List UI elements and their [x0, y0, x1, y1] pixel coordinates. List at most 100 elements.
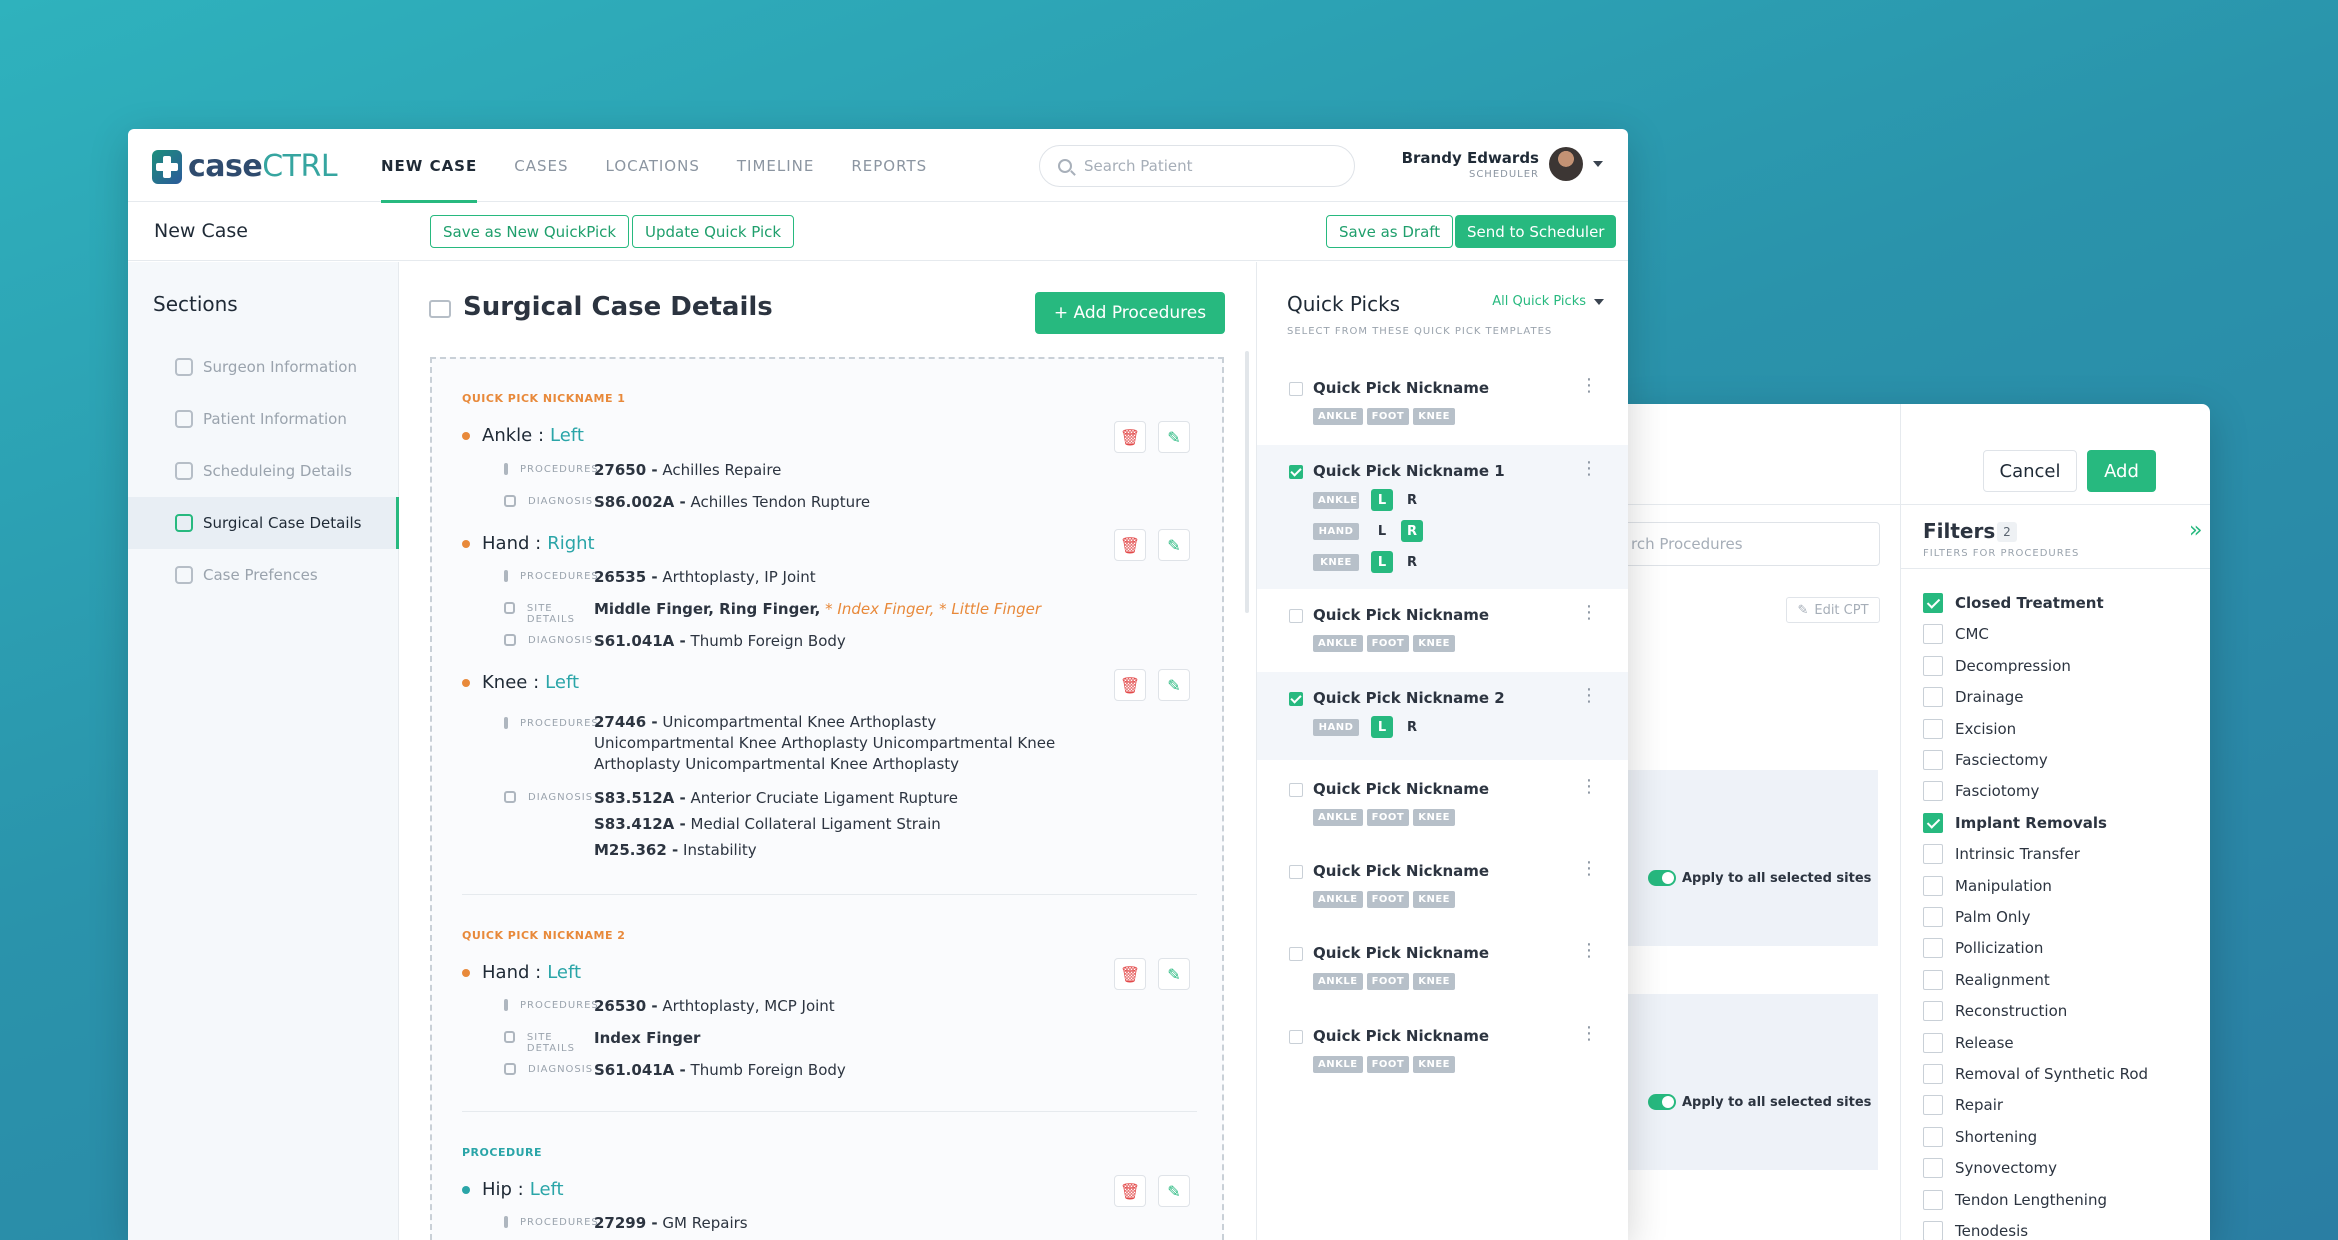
save-draft-button[interactable]: Save as Draft	[1326, 215, 1454, 248]
checkbox[interactable]	[1923, 812, 1943, 833]
checkbox[interactable]	[1923, 875, 1943, 896]
left-side-toggle[interactable]: L	[1371, 520, 1393, 542]
filter-option[interactable]: Release	[1923, 1032, 2014, 1053]
checkbox[interactable]	[1923, 1001, 1943, 1022]
chevron-down-icon[interactable]	[1593, 161, 1603, 167]
apply-all-toggle[interactable]: Apply to all selected sites	[1648, 1094, 1871, 1110]
quick-pick-card[interactable]: Quick Pick Nickname 2 ⋮ HAND L R	[1257, 672, 1628, 760]
filter-option[interactable]: Fasciotomy	[1923, 781, 2039, 802]
kebab-menu-icon[interactable]: ⋮	[1580, 1024, 1598, 1042]
checkbox[interactable]	[1923, 1221, 1943, 1240]
kebab-menu-icon[interactable]: ⋮	[1580, 603, 1598, 621]
checkbox[interactable]	[1923, 1126, 1943, 1147]
left-side-toggle[interactable]: L	[1371, 489, 1393, 511]
nav-locations[interactable]: LOCATIONS	[606, 129, 700, 202]
left-side-toggle[interactable]: L	[1371, 716, 1393, 738]
scrollbar[interactable]	[1245, 351, 1249, 613]
right-side-toggle[interactable]: R	[1401, 716, 1423, 738]
checkbox[interactable]	[1923, 781, 1943, 802]
filter-option[interactable]: Intrinsic Transfer	[1923, 844, 2080, 865]
avatar[interactable]	[1549, 147, 1583, 181]
filter-option[interactable]: Reconstruction	[1923, 1001, 2067, 1022]
filter-option[interactable]: Palm Only	[1923, 907, 2030, 927]
nav-new-case[interactable]: NEW CASE	[381, 129, 478, 203]
filter-option[interactable]: Implant Removals	[1923, 812, 2107, 833]
filter-option[interactable]: Fasciectomy	[1923, 750, 2048, 770]
filter-option[interactable]: Repair	[1923, 1095, 2003, 1116]
update-quickpick-button[interactable]: Update Quick Pick	[632, 215, 795, 248]
edit-button[interactable]: ✎	[1158, 529, 1190, 561]
kebab-menu-icon[interactable]: ⋮	[1580, 941, 1598, 959]
checkbox[interactable]	[1923, 624, 1943, 645]
quick-pick-card[interactable]: Quick Pick Nickname ⋮ ANKLE FOOT KNEE	[1257, 362, 1628, 442]
toggle-icon[interactable]	[1648, 1094, 1676, 1110]
quick-pick-card[interactable]: Quick Pick Nickname ⋮ ANKLE FOOT KNEE	[1257, 763, 1628, 843]
quick-pick-card[interactable]: Quick Pick Nickname ⋮ ANKLE FOOT KNEE	[1257, 927, 1628, 1007]
delete-button[interactable]: 🗑	[1114, 669, 1146, 701]
sidebar-item-scheduling[interactable]: Scheduleing Details	[128, 445, 399, 497]
checkbox[interactable]	[1289, 947, 1303, 961]
filter-option[interactable]: Closed Treatment	[1923, 593, 2104, 613]
patient-search-input[interactable]: Search Patient	[1039, 145, 1355, 187]
sidebar-item-surgeon[interactable]: Surgeon Information	[128, 341, 399, 393]
filter-option[interactable]: Excision	[1923, 718, 2016, 739]
nav-reports[interactable]: REPORTS	[851, 129, 927, 202]
search-procedures-input[interactable]: rch Procedures	[1620, 522, 1880, 566]
checkbox[interactable]	[1289, 692, 1303, 706]
checkbox[interactable]	[1289, 382, 1303, 396]
edit-button[interactable]: ✎	[1158, 669, 1190, 701]
checkbox[interactable]	[1289, 465, 1303, 479]
sidebar-item-preferences[interactable]: Case Prefences	[128, 549, 399, 601]
checkbox[interactable]	[1289, 865, 1303, 879]
kebab-menu-icon[interactable]: ⋮	[1580, 376, 1598, 394]
collapse-chevron-icon[interactable]: »	[2189, 518, 2202, 543]
quick-pick-card[interactable]: Quick Pick Nickname 1 ⋮ ANKLE L R HAND L R KNEE L…	[1257, 445, 1628, 589]
nav-cases[interactable]: CASES	[514, 129, 568, 202]
checkbox[interactable]	[1289, 783, 1303, 797]
checkbox[interactable]	[1923, 1158, 1943, 1179]
kebab-menu-icon[interactable]: ⋮	[1580, 777, 1598, 795]
edit-cpt-button[interactable]: ✎ Edit CPT	[1786, 597, 1880, 623]
checkbox[interactable]	[1923, 1064, 1943, 1084]
filter-option[interactable]: Decompression	[1923, 655, 2071, 676]
right-side-toggle[interactable]: R	[1401, 489, 1423, 511]
checkbox[interactable]	[1923, 938, 1943, 959]
toggle-icon[interactable]	[1648, 870, 1676, 886]
nav-timeline[interactable]: TIMELINE	[737, 129, 815, 202]
edit-button[interactable]: ✎	[1158, 958, 1190, 990]
apply-all-toggle[interactable]: Apply to all selected sites	[1648, 870, 1871, 886]
right-side-toggle[interactable]: R	[1401, 520, 1423, 542]
checkbox[interactable]	[1923, 750, 1943, 770]
filter-option[interactable]: Tenodesis	[1923, 1221, 2028, 1240]
user-menu[interactable]: Brandy Edwards SCHEDULER	[1402, 147, 1603, 181]
filter-option[interactable]: Pollicization	[1923, 938, 2043, 959]
right-side-toggle[interactable]: R	[1401, 551, 1423, 573]
save-quickpick-button[interactable]: Save as New QuickPick	[430, 215, 630, 248]
delete-button[interactable]: 🗑	[1114, 529, 1146, 561]
filter-option[interactable]: Shortening	[1923, 1126, 2037, 1147]
checkbox[interactable]	[1289, 609, 1303, 623]
checkbox[interactable]	[1923, 1189, 1943, 1210]
checkbox[interactable]	[1923, 907, 1943, 927]
checkbox[interactable]	[1923, 1095, 1943, 1116]
edit-button[interactable]: ✎	[1158, 421, 1190, 453]
filter-option[interactable]: Realignment	[1923, 969, 2050, 990]
quick-pick-card[interactable]: Quick Pick Nickname ⋮ ANKLE FOOT KNEE	[1257, 589, 1628, 669]
filter-option[interactable]: Removal of Synthetic Rod	[1923, 1064, 2148, 1084]
kebab-menu-icon[interactable]: ⋮	[1580, 686, 1598, 704]
checkbox[interactable]	[1923, 593, 1943, 613]
sidebar-item-surgical-case[interactable]: Surgical Case Details	[128, 497, 399, 549]
checkbox[interactable]	[1923, 718, 1943, 739]
filter-option[interactable]: Manipulation	[1923, 875, 2052, 896]
send-to-scheduler-button[interactable]: Send to Scheduler	[1455, 215, 1617, 248]
checkbox[interactable]	[1289, 1030, 1303, 1044]
left-side-toggle[interactable]: L	[1371, 551, 1393, 573]
logo[interactable]: caseCTRL	[152, 149, 338, 184]
checkbox[interactable]	[1923, 687, 1943, 708]
sidebar-item-patient[interactable]: Patient Information	[128, 393, 399, 445]
edit-button[interactable]: ✎	[1158, 1175, 1190, 1207]
checkbox[interactable]	[1923, 844, 1943, 865]
quick-pick-card[interactable]: Quick Pick Nickname ⋮ ANKLE FOOT KNEE	[1257, 1010, 1628, 1090]
filter-option[interactable]: Synovectomy	[1923, 1158, 2057, 1179]
filter-option[interactable]: CMC	[1923, 624, 1989, 645]
